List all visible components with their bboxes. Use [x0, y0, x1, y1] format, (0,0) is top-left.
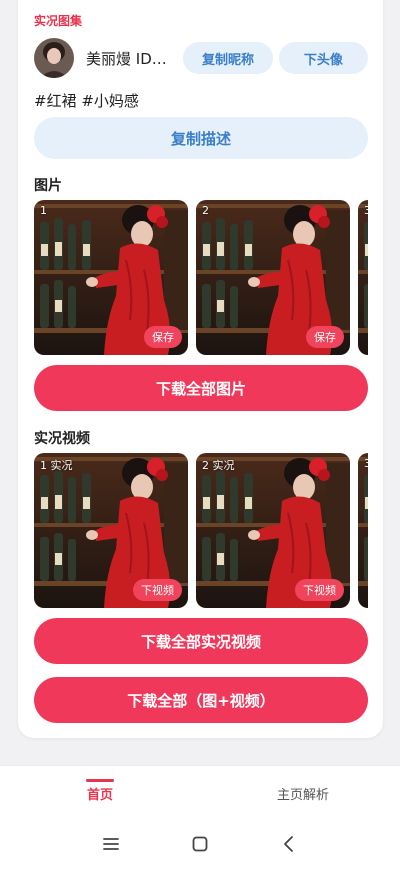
- download-avatar-button[interactable]: 下头像: [278, 42, 369, 74]
- thumbnail-index: 1: [40, 204, 47, 217]
- save-image-button[interactable]: 保存: [306, 326, 344, 348]
- bottom-tab-bar: 首页 主页解析: [0, 765, 400, 820]
- avatar[interactable]: [34, 38, 74, 78]
- menu-icon[interactable]: [99, 832, 123, 856]
- download-all-videos-button[interactable]: 下载全部实况视频: [34, 618, 368, 664]
- video-thumbnail[interactable]: 3: [358, 453, 368, 608]
- avatar-image: [34, 38, 74, 78]
- tab-home[interactable]: 首页: [60, 766, 140, 821]
- save-image-button[interactable]: 保存: [144, 326, 182, 348]
- image-thumbnail[interactable]: 1 保存: [34, 200, 188, 355]
- active-tab-indicator: [86, 779, 114, 782]
- thumbnail-index: 3: [364, 204, 368, 217]
- image-thumbnail[interactable]: 2 保存: [196, 200, 350, 355]
- video-thumbnail[interactable]: 2 实况 下视频: [196, 453, 350, 608]
- image-preview: [358, 200, 368, 355]
- system-navigation-bar: [0, 820, 400, 869]
- images-section-title: 图片: [34, 178, 62, 194]
- section-tag: 实况图集: [34, 14, 83, 28]
- nickname: 美丽熳 ID…: [86, 49, 167, 68]
- download-everything-button[interactable]: 下载全部（图+视频）: [34, 677, 368, 723]
- video-thumbnail-strip[interactable]: 1 实况 下视频 2 实况 下视频 3: [34, 453, 368, 608]
- home-icon[interactable]: [188, 832, 212, 856]
- video-preview: [358, 453, 368, 608]
- thumbnail-index: 2 实况: [202, 459, 235, 472]
- download-all-images-button[interactable]: 下载全部图片: [34, 365, 368, 411]
- image-thumbnail[interactable]: 3: [358, 200, 368, 355]
- videos-section-title: 实况视频: [34, 431, 90, 447]
- thumbnail-index: 1 实况: [40, 459, 73, 472]
- download-video-button[interactable]: 下视频: [133, 579, 182, 601]
- back-icon[interactable]: [277, 832, 301, 856]
- description-tags: #红裙 #小妈感: [34, 92, 139, 110]
- thumbnail-index: 2: [202, 204, 209, 217]
- copy-description-button[interactable]: 复制描述: [34, 117, 368, 159]
- thumbnail-index: 3: [364, 457, 368, 470]
- download-video-button[interactable]: 下视频: [295, 579, 344, 601]
- tab-profile-parse[interactable]: 主页解析: [258, 766, 348, 821]
- image-thumbnail-strip[interactable]: 1 保存 2 保存 3: [34, 200, 368, 355]
- copy-nickname-button[interactable]: 复制昵称: [183, 42, 273, 74]
- user-row: 美丽熳 ID… 复制昵称 下头像: [34, 38, 369, 78]
- video-thumbnail[interactable]: 1 实况 下视频: [34, 453, 188, 608]
